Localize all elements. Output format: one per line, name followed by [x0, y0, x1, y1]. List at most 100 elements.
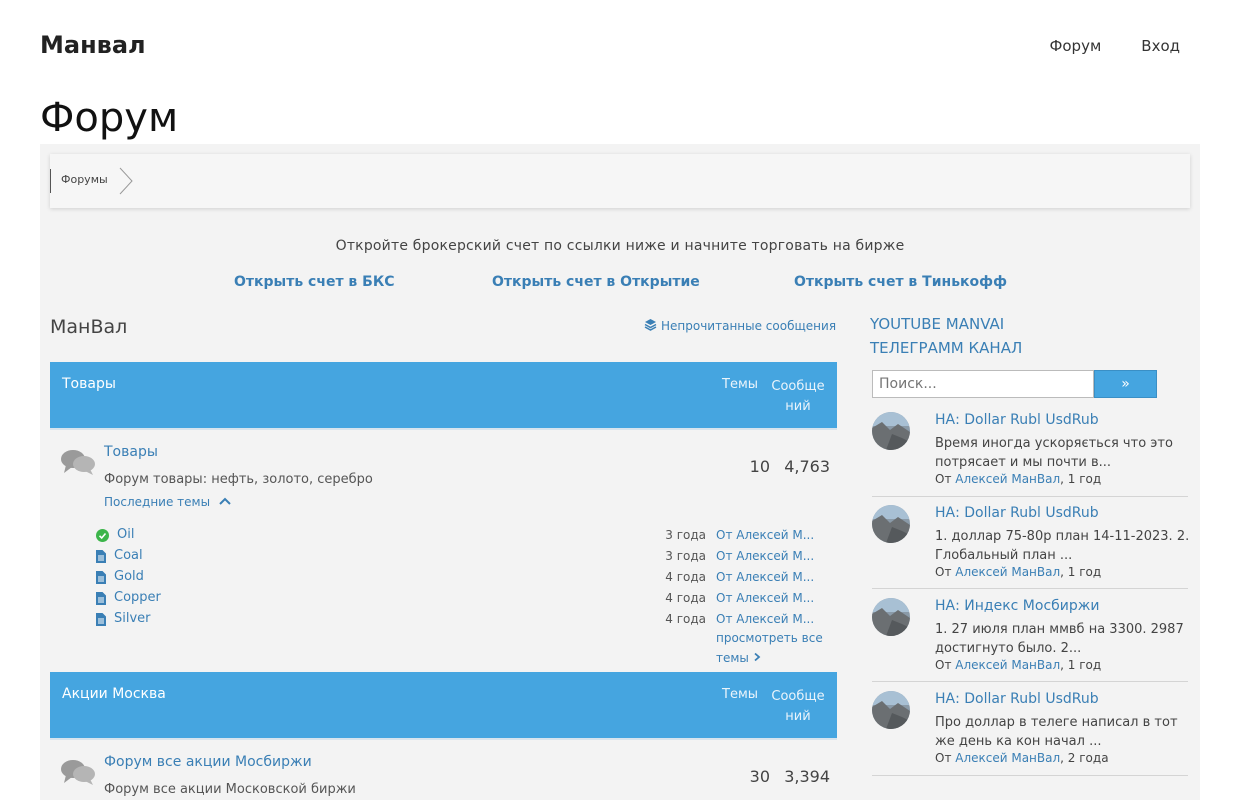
- latest-topics-label: Последние темы: [104, 495, 211, 509]
- nav-forum-link[interactable]: Форум: [1049, 37, 1101, 55]
- latest-post: НА: Dollar Rubl UsdRub Время иногда уско…: [872, 412, 1188, 497]
- category-name[interactable]: Товары: [62, 376, 116, 392]
- post-meta: От Алексей МанВал, 2 года: [935, 751, 1109, 765]
- subtopic-link[interactable]: Coal: [114, 548, 143, 563]
- column-topics: Темы: [722, 687, 759, 702]
- subtopic-author-link[interactable]: От Алексей М...: [716, 549, 814, 563]
- latest-post: НА: Dollar Rubl UsdRub 1. доллар 75-80р …: [872, 505, 1190, 589]
- list-item: Coal 3 года От Алексей М...: [96, 547, 836, 567]
- youtube-link[interactable]: YOUTUBE MANVAI: [870, 312, 1190, 336]
- column-topics: Темы: [722, 377, 759, 392]
- promo-link-otkritie[interactable]: Открыть счет в Открытие: [492, 274, 700, 290]
- list-item: Copper 4 года От Алексей М...: [96, 589, 836, 609]
- breadcrumb-divider: [50, 169, 51, 193]
- subtopic-author-link[interactable]: От Алексей М...: [716, 528, 814, 542]
- subtopic-link[interactable]: Silver: [114, 611, 151, 626]
- avatar[interactable]: [872, 412, 910, 450]
- post-meta-prefix: От: [935, 751, 956, 765]
- post-time: , 1 год: [1060, 658, 1102, 672]
- post-time: , 1 год: [1060, 565, 1102, 579]
- top-nav: Форум Вход: [1049, 37, 1180, 55]
- view-all-label: просмотреть все темы: [716, 631, 823, 665]
- post-meta-prefix: От: [935, 658, 956, 672]
- post-author-link[interactable]: Алексей МанВал: [955, 658, 1060, 672]
- list-item: Oil 3 года От Алексей М...: [96, 526, 836, 546]
- latest-topics-toggle[interactable]: Последние темы: [104, 495, 232, 509]
- main-content: Форумы Откройте брокерский счет по ссылк…: [40, 144, 1200, 800]
- column-posts: Сообще ний: [768, 687, 828, 727]
- subtopic-link[interactable]: Copper: [114, 590, 161, 605]
- list-item: Gold 4 года От Алексей М...: [96, 568, 836, 588]
- chevron-right-icon: [753, 651, 761, 665]
- category-header-moscow-stocks: Акции Москва Темы Сообще ний: [50, 672, 837, 740]
- post-excerpt: Про доллар в телеге написал в тот же ден…: [935, 715, 1178, 749]
- page-title: Форум: [40, 95, 179, 141]
- forum-description: Форум товары: нефть, золото, серебро: [104, 472, 373, 487]
- category-name[interactable]: Акции Москва: [62, 686, 166, 702]
- view-all-topics-link[interactable]: просмотреть все темы: [716, 628, 836, 668]
- document-icon: [96, 550, 106, 567]
- latest-post: НА: Dollar Rubl UsdRub Про доллар в теле…: [872, 691, 1188, 776]
- avatar[interactable]: [872, 691, 910, 729]
- breadcrumb: Форумы: [50, 154, 1190, 208]
- telegram-link[interactable]: ТЕЛЕГРАММ КАНАЛ: [870, 336, 1190, 360]
- chevron-right-icon: [118, 167, 134, 199]
- post-title-link[interactable]: НА: Индекс Мосбиржи: [935, 598, 1099, 614]
- subtopic-author-link[interactable]: От Алексей М...: [716, 570, 814, 584]
- post-meta-prefix: От: [935, 472, 956, 486]
- subtopic-time: 4 года: [665, 612, 706, 626]
- post-time: , 2 года: [1060, 751, 1109, 765]
- subtopic-author-link[interactable]: От Алексей М...: [716, 591, 814, 605]
- post-meta: От Алексей МанВал, 1 год: [935, 565, 1101, 579]
- unread-messages-link[interactable]: Непрочитанные сообщения: [644, 318, 836, 334]
- latest-post: НА: Индекс Мосбиржи 1. 27 июля план ммвб…: [872, 598, 1188, 682]
- column-posts-line1: Сообще: [771, 689, 825, 704]
- avatar[interactable]: [872, 598, 910, 636]
- forum-topics-count: 10: [749, 457, 770, 476]
- subtopic-link[interactable]: Oil: [117, 527, 134, 542]
- search-input[interactable]: [872, 370, 1094, 398]
- category-header-goods: Товары Темы Сообще ний: [50, 362, 837, 430]
- promo-link-tinkoff[interactable]: Открыть счет в Тинькофф: [794, 274, 1007, 290]
- nav-login-link[interactable]: Вход: [1141, 37, 1180, 55]
- forum-posts-count: 4,763: [784, 457, 830, 476]
- post-time: , 1 год: [1060, 472, 1102, 486]
- search-button[interactable]: »: [1094, 370, 1157, 398]
- document-icon: [96, 613, 106, 630]
- forum-topics-count: 30: [749, 767, 770, 786]
- promo-link-bks[interactable]: Открыть счет в БКС: [234, 274, 395, 290]
- subtopic-author-link[interactable]: От Алексей М...: [716, 612, 814, 626]
- document-icon: [96, 592, 106, 609]
- post-author-link[interactable]: Алексей МанВал: [955, 565, 1060, 579]
- subtopic-time: 4 года: [665, 591, 706, 605]
- column-posts-line1: Сообще: [771, 379, 825, 394]
- document-icon: [96, 571, 106, 588]
- subtopic-time: 3 года: [665, 549, 706, 563]
- post-author-link[interactable]: Алексей МанВал: [955, 751, 1060, 765]
- chat-bubbles-icon: [60, 448, 96, 480]
- avatar[interactable]: [872, 505, 910, 543]
- post-title-link[interactable]: НА: Dollar Rubl UsdRub: [935, 412, 1099, 428]
- forum-link[interactable]: Форум все акции Мосбиржи: [104, 754, 312, 770]
- forum-link[interactable]: Товары: [104, 444, 158, 460]
- breadcrumb-forums-link[interactable]: Форумы: [61, 173, 108, 186]
- forum-posts-count: 3,394: [784, 767, 830, 786]
- column-posts-line2: ний: [785, 709, 811, 724]
- column-posts-line2: ний: [785, 399, 811, 414]
- chevron-up-icon: [218, 495, 232, 509]
- unread-messages-label: Непрочитанные сообщения: [661, 319, 837, 333]
- subtopic-link[interactable]: Gold: [114, 569, 144, 584]
- promo-text: Откройте брокерский счет по ссылки ниже …: [335, 238, 905, 254]
- site-title[interactable]: Манвал: [40, 31, 146, 59]
- list-item: Silver 4 года От Алексей М...: [96, 610, 836, 630]
- post-title-link[interactable]: НА: Dollar Rubl UsdRub: [935, 691, 1099, 707]
- site-header: Манвал Форум Вход: [0, 0, 1240, 90]
- post-meta: От Алексей МанВал, 1 год: [935, 472, 1101, 486]
- subtopic-time: 3 года: [665, 528, 706, 542]
- forum-row-moscow-stocks: Форум все акции Мосбиржи Форум все акции…: [50, 742, 837, 800]
- post-author-link[interactable]: Алексей МанВал: [955, 472, 1060, 486]
- post-excerpt: 1. 27 июля план ммвб на 3300. 2987 дости…: [935, 622, 1184, 656]
- post-excerpt: 1. доллар 75-80р план 14-11-2023. 2. Гло…: [935, 529, 1190, 563]
- layers-icon: [644, 318, 657, 334]
- post-title-link[interactable]: НА: Dollar Rubl UsdRub: [935, 505, 1099, 521]
